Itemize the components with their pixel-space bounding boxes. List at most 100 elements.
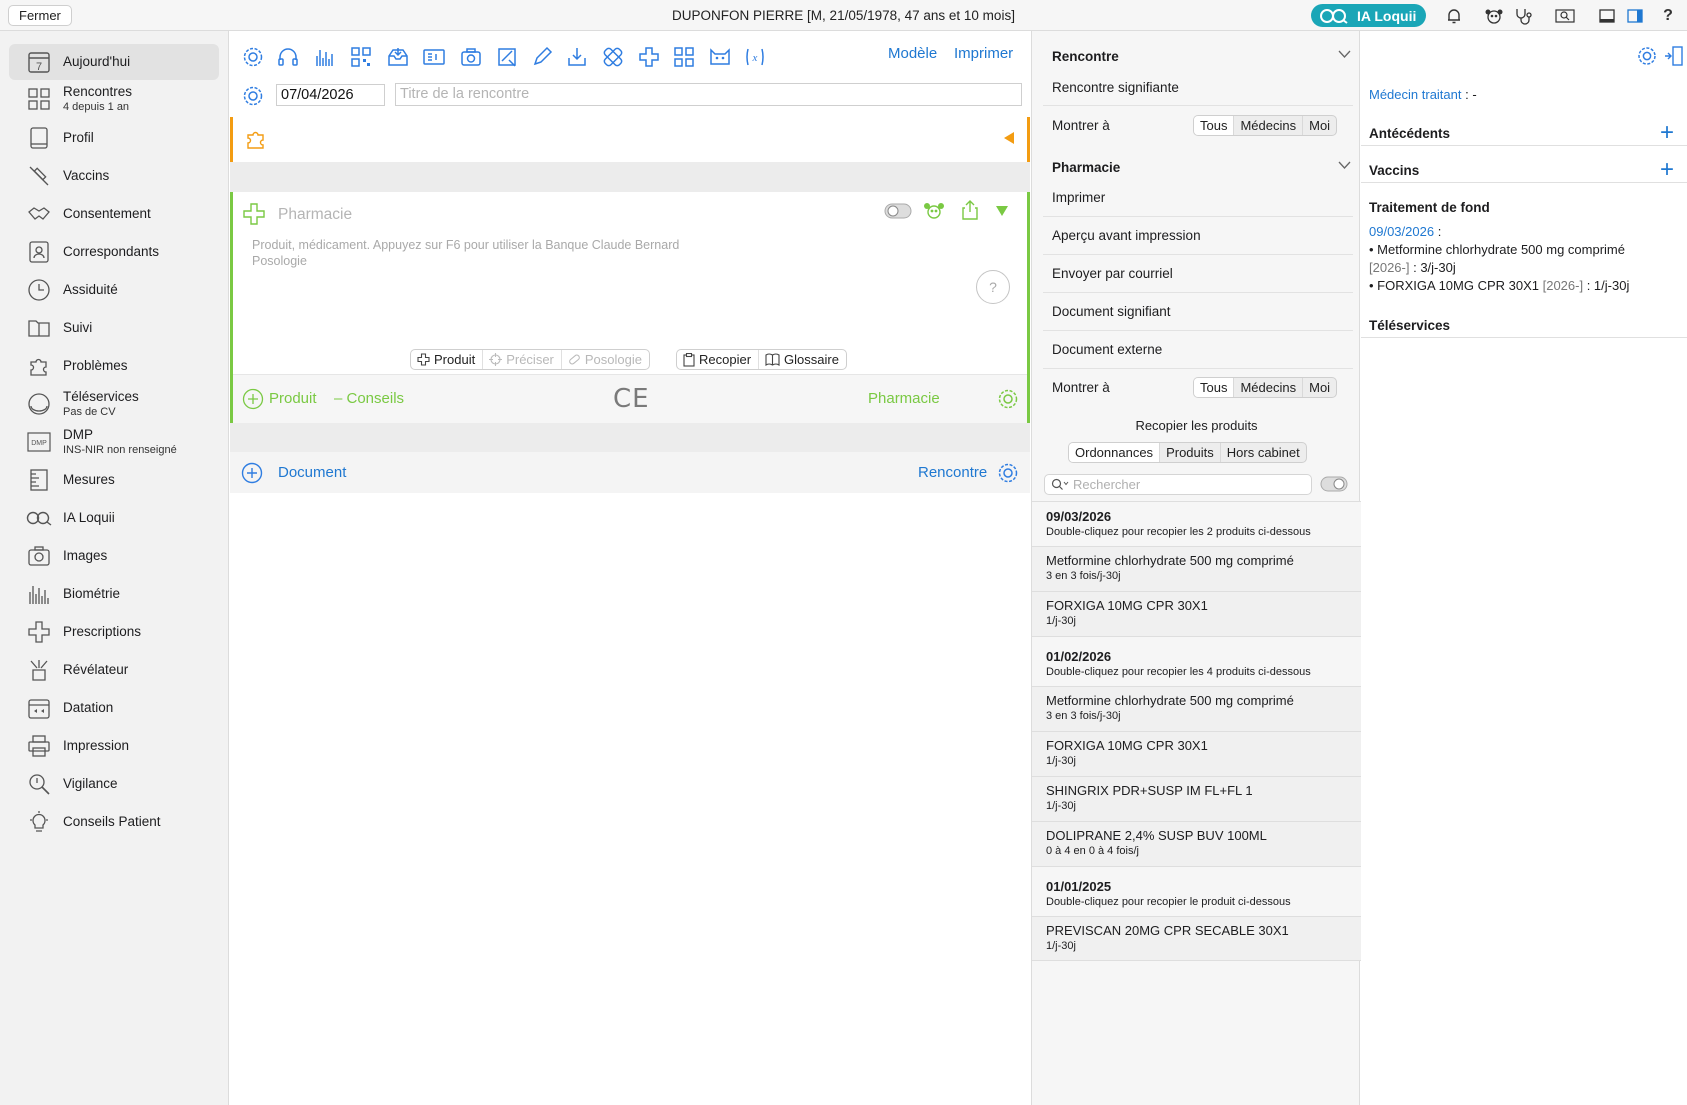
variable-icon[interactable]: x [741,43,769,71]
medecin-traitant-link[interactable]: Médecin traitant [1369,87,1462,102]
gear-icon[interactable] [239,82,267,110]
add-produit-link[interactable]: Produit [269,390,317,407]
tab-ordonnances[interactable]: Ordonnances [1069,443,1161,462]
moi-option[interactable]: Moi [1303,378,1336,397]
signature-icon[interactable] [493,43,521,71]
expand-triangle-icon[interactable] [995,205,1009,220]
sidebar-item-prescriptions[interactable]: Prescriptions [9,614,219,650]
sidebar-item-ia-loquii[interactable]: IA Loquii [9,500,219,536]
encounter-title-input[interactable]: Titre de la rencontre [395,83,1022,106]
problem-block[interactable] [230,117,1030,162]
product-input[interactable]: Produit, médicament. Appuyez sur F6 pour… [252,237,679,269]
posologie-button[interactable]: Posologie [562,350,649,369]
gear-icon[interactable] [1636,45,1658,70]
list-item[interactable]: 09/03/2026 Double-cliquez pour recopier … [1032,501,1361,546]
help-icon[interactable]: ? [1657,6,1679,26]
sidebar-item-consentement[interactable]: Consentement [9,196,219,232]
chevron-down-icon[interactable] [1338,47,1351,62]
gear-icon[interactable] [997,388,1019,413]
courriel-row[interactable]: Envoyer par courriel [1052,266,1173,281]
bars-icon[interactable] [311,43,339,71]
glossaire-button[interactable]: Glossaire [759,350,846,369]
bell-icon[interactable] [1443,6,1465,26]
headphones-icon[interactable] [274,43,302,71]
add-antecedent-icon[interactable]: + [1660,121,1674,145]
date-field[interactable]: 07/04/2026 [276,84,385,106]
cross-icon[interactable] [635,43,663,71]
medecins-option[interactable]: Médecins [1234,116,1304,135]
preciser-button[interactable]: Préciser [483,350,562,369]
sidebar-item-mesures[interactable]: Mesures [9,462,219,498]
sidebar-item-vigilance[interactable]: Vigilance [9,766,219,802]
sidebar-item-datation[interactable]: Datation [9,690,219,726]
sidebar-item-impression[interactable]: Impression [9,728,219,764]
sidebar-item-conseils-patient[interactable]: Conseils Patient [9,804,219,840]
sidebar-item-problemes[interactable]: Problèmes [9,348,219,384]
panel-right-icon[interactable] [1624,6,1646,26]
sidebar-item-correspondants[interactable]: Correspondants [9,234,219,270]
list-item[interactable]: PREVISCAN 20MG CPR SECABLE 30X1 1/j-30j [1032,916,1361,961]
help-button[interactable]: ? [976,270,1010,304]
rencontre-signifiante[interactable]: Rencontre signifiante [1052,80,1179,95]
traitement-date-link[interactable]: 09/03/2026 [1369,224,1434,239]
cat-icon[interactable] [706,43,734,71]
toggle-icon[interactable] [1320,475,1348,496]
sidebar-item-teleservices[interactable]: Téléservices Pas de CV [9,386,219,422]
sidebar-toggle-icon[interactable] [1664,45,1684,70]
collapse-left-icon[interactable] [1003,131,1015,148]
ia-loquii-button[interactable]: IA Loquii [1311,4,1426,27]
document-link[interactable]: Document [278,464,346,481]
tab-hors-cabinet[interactable]: Hors cabinet [1221,443,1306,462]
tous-option[interactable]: Tous [1194,378,1235,397]
panda-icon[interactable] [1483,6,1505,26]
panel-left-icon[interactable] [1596,6,1618,26]
share-icon[interactable] [960,199,980,224]
bandage-icon[interactable] [599,43,627,71]
list-item[interactable]: 01/02/2026 Double-cliquez pour recopier … [1032,636,1361,686]
add-circle-icon[interactable] [242,388,264,413]
document-externe-row[interactable]: Document externe [1052,342,1162,357]
apercu-row[interactable]: Aperçu avant impression [1052,228,1201,243]
add-document-icon[interactable] [241,462,263,487]
add-conseils-link[interactable]: – Conseils [334,390,404,407]
document-search-icon[interactable] [1554,6,1576,26]
moi-option[interactable]: Moi [1303,116,1336,135]
list-item[interactable]: Metformine chlorhydrate 500 mg comprimé … [1032,686,1361,731]
download-icon[interactable] [563,43,591,71]
inbox-download-icon[interactable] [384,43,412,71]
sidebar-item-vaccins[interactable]: Vaccins [9,158,219,194]
medecins-option[interactable]: Médecins [1234,378,1304,397]
toggle-icon[interactable] [884,202,912,223]
qr-code-icon[interactable] [347,43,375,71]
list-item[interactable]: SHINGRIX PDR+SUSP IM FL+FL 1 1/j-30j [1032,776,1361,821]
panda-icon[interactable] [923,202,945,223]
card-icon[interactable] [420,43,448,71]
list-item[interactable]: 01/01/2025 Double-cliquez pour recopier … [1032,866,1361,916]
sidebar-item-today[interactable]: 7 Aujourd'hui [9,44,219,80]
rencontre-link[interactable]: Rencontre [918,464,987,481]
model-link[interactable]: Modèle [888,45,937,62]
grid-apps-icon[interactable] [670,43,698,71]
list-item[interactable]: FORXIGA 10MG CPR 30X1 1/j-30j [1032,591,1361,636]
sidebar-item-biometrie[interactable]: Biométrie [9,576,219,612]
document-signifiant-row[interactable]: Document signifiant [1052,304,1171,319]
add-vaccin-icon[interactable]: + [1660,158,1674,182]
sidebar-item-revelateur[interactable]: Révélateur [9,652,219,688]
tous-option[interactable]: Tous [1194,116,1235,135]
gear-icon[interactable] [997,462,1019,487]
stethoscope-icon[interactable] [1513,6,1535,26]
recopier-button[interactable]: Recopier [677,350,760,369]
camera-icon[interactable] [457,43,485,71]
sidebar-item-images[interactable]: Images [9,538,219,574]
list-item[interactable]: Metformine chlorhydrate 500 mg comprimé … [1032,546,1361,591]
print-link[interactable]: Imprimer [954,45,1013,62]
sidebar-item-profil[interactable]: Profil [9,120,219,156]
search-input[interactable]: Rechercher [1044,474,1312,495]
gear-icon[interactable] [239,43,267,71]
list-item[interactable]: DOLIPRANE 2,4% SUSP BUV 100ML 0 à 4 en 0… [1032,821,1361,866]
pen-icon[interactable] [528,43,556,71]
produit-button[interactable]: Produit [411,350,484,369]
sidebar-item-suivi[interactable]: Suivi [9,310,219,346]
sidebar-item-assiduite[interactable]: Assiduité [9,272,219,308]
imprimer-row[interactable]: Imprimer [1052,190,1105,205]
